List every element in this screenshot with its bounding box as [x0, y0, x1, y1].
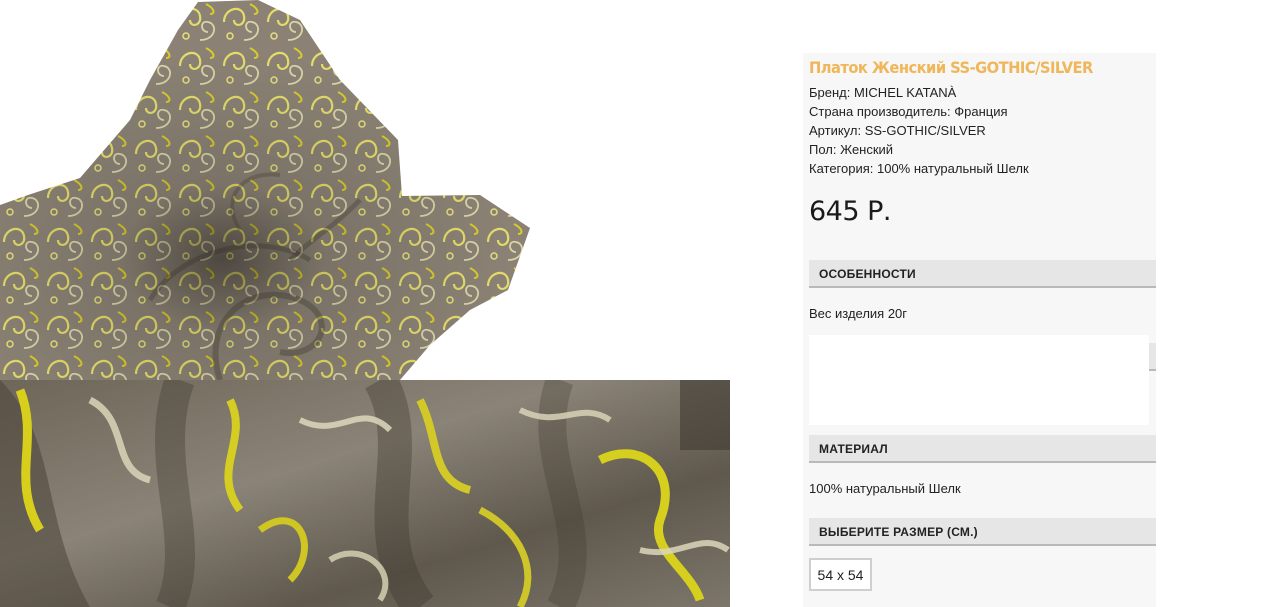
collapsed-section-edge — [1149, 343, 1156, 371]
scarf-photo-main — [0, 0, 560, 380]
product-specs: Бренд: MICHEL KATANÀ Страна производител… — [809, 83, 1029, 178]
size-heading: ВЫБЕРИТЕ РАЗМЕР (СМ.) — [809, 518, 1156, 546]
features-heading: ОСОБЕННОСТИ — [809, 260, 1156, 288]
spec-article: Артикул: SS-GOTHIC/SILVER — [809, 123, 986, 138]
spec-category: Категория: 100% натуральный Шелк — [809, 161, 1029, 176]
spec-gender: Пол: Женский — [809, 142, 894, 157]
features-text: Вес изделия 20г — [809, 306, 908, 321]
material-text: 100% натуральный Шелк — [809, 481, 961, 496]
material-heading: МАТЕРИАЛ — [809, 435, 1156, 463]
spec-brand: Бренд: MICHEL KATANÀ — [809, 85, 957, 100]
product-info-panel: Платок Женский SS-GOTHIC/SILVER Бренд: M… — [803, 53, 1156, 607]
size-option-button[interactable]: 54 х 54 — [809, 558, 872, 591]
product-title: Платок Женский SS-GOTHIC/SILVER — [809, 58, 1093, 77]
scarf-photo-closeup — [0, 380, 730, 607]
spec-country: Страна производитель: Франция — [809, 104, 1008, 119]
empty-block — [809, 335, 1149, 425]
product-price: 645 Р. — [809, 196, 891, 227]
